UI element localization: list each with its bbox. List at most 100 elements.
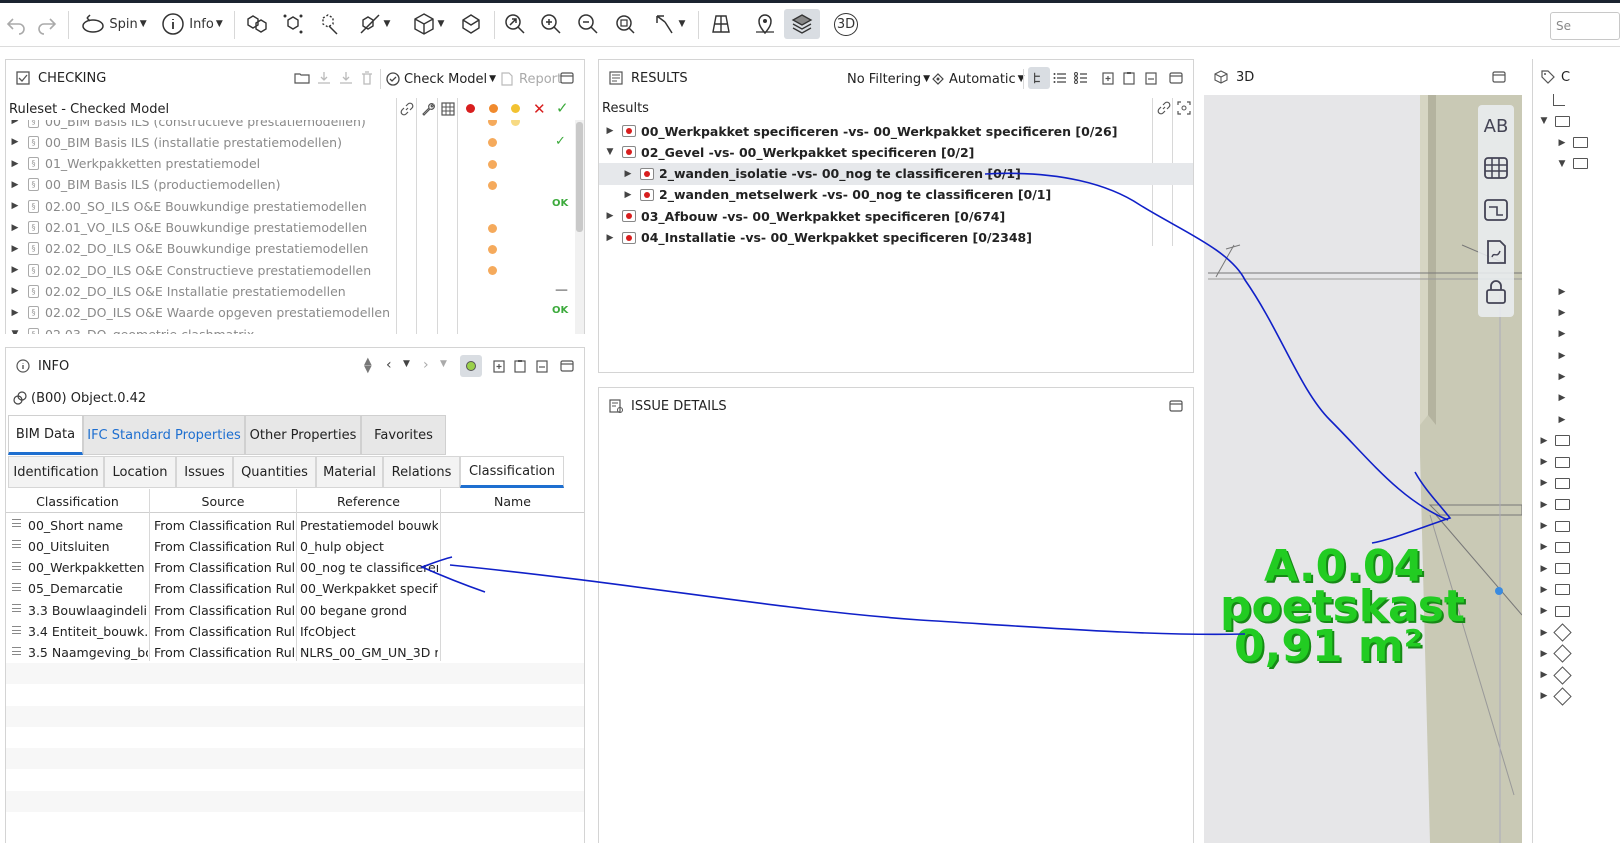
lock-button[interactable] (1481, 277, 1511, 307)
filter-major-dot[interactable] (489, 104, 498, 113)
tab-other-properties[interactable]: Other Properties (245, 415, 361, 455)
zoom-in-button[interactable] (536, 9, 566, 39)
expand-arrow-icon[interactable]: ▶ (1537, 628, 1551, 638)
table-row[interactable]: 00_Uitsluiten From Classification Rules 0_… (6, 535, 584, 556)
collapse-arrow-icon[interactable]: ▼ (1555, 159, 1569, 169)
forward-arrow-icon[interactable]: › (423, 357, 429, 373)
column-header-source[interactable]: Source (150, 490, 296, 512)
expand-arrow-icon[interactable]: ▶ (621, 169, 635, 179)
dimension-text-button[interactable]: AB (1481, 111, 1511, 141)
sort-updown-icon[interactable]: ▲ ▼ (364, 357, 372, 375)
layers-button[interactable] (784, 9, 820, 39)
section-box-button[interactable] (456, 9, 486, 39)
right-tree-row[interactable]: ▶ (1533, 366, 1620, 388)
expand-arrow-icon[interactable]: ▶ (8, 286, 22, 296)
drag-handle-icon[interactable] (12, 519, 21, 527)
location-button[interactable] (750, 9, 780, 39)
undo-button[interactable] (2, 9, 30, 39)
right-tree-row[interactable]: ▼ (1533, 153, 1620, 175)
expand-arrow-icon[interactable]: ▶ (1537, 585, 1551, 595)
expand-arrow-icon[interactable]: ▶ (603, 126, 617, 136)
drag-handle-icon[interactable] (12, 646, 21, 655)
download-icon[interactable] (315, 69, 333, 87)
redo-button[interactable] (33, 9, 61, 39)
table-icon[interactable] (439, 100, 457, 118)
right-tree-row[interactable]: ▶ (1533, 622, 1620, 644)
grid-button[interactable] (1481, 153, 1511, 183)
right-tree-row[interactable]: ▶ (1533, 302, 1620, 324)
result-row[interactable]: ▶ 00_Werkpakket specificeren -vs- 00_Werk… (599, 120, 1193, 142)
link-icon[interactable] (398, 100, 416, 118)
expand-arrow-icon[interactable]: ▶ (603, 233, 617, 243)
paste-icon[interactable] (533, 357, 551, 375)
result-row[interactable]: ▶ 2_wanden_metselwerk -vs- 00_nog te clas… (599, 184, 1193, 206)
subtab-identification[interactable]: Identification (8, 456, 104, 488)
expand-arrow-icon[interactable]: ▶ (8, 201, 22, 211)
right-tree-row[interactable]: ▶ (1533, 579, 1620, 601)
drag-handle-icon[interactable] (12, 561, 21, 570)
expand-arrow-icon[interactable]: ▶ (8, 120, 22, 126)
markup-button[interactable] (1481, 195, 1511, 225)
clipboard-icon[interactable] (511, 357, 529, 375)
result-row-selected[interactable]: ▶ 2_wanden_isolatie -vs- 00_nog te classi… (599, 162, 1193, 185)
right-tree-row[interactable]: ▶ (1533, 515, 1620, 537)
expand-arrow-icon[interactable]: ▶ (1537, 478, 1551, 488)
expand-arrow-icon[interactable]: ▶ (8, 265, 22, 275)
right-tree-row[interactable]: ▶ (1533, 345, 1620, 367)
result-row[interactable]: ▼ 02_Gevel -vs- 00_Werkpakket specificere… (599, 141, 1193, 163)
expand-arrow-icon[interactable]: ▶ (8, 159, 22, 169)
drag-handle-icon[interactable] (12, 604, 21, 613)
expand-arrow-icon[interactable]: ▶ (621, 190, 635, 200)
expand-arrow-icon[interactable]: ▶ (1537, 542, 1551, 552)
subtab-material[interactable]: Material (316, 456, 383, 488)
3d-view-button[interactable]: 3D (830, 9, 862, 39)
expand-arrow-icon[interactable]: ▶ (1555, 415, 1569, 425)
tab-favorites[interactable]: Favorites (361, 415, 446, 455)
expand-arrow-icon[interactable]: ▶ (1555, 308, 1569, 318)
report-button[interactable]: Report (498, 69, 562, 89)
expand-arrow-icon[interactable]: ▶ (8, 223, 22, 233)
ruleset-row[interactable]: ▼ § 02.03_DO_geometrie clashmatrix (6, 323, 574, 334)
drag-handle-icon[interactable] (12, 540, 21, 549)
automatic-dropdown[interactable]: Automatic ▼ (929, 70, 1025, 88)
chevron-down-icon[interactable]: ▼ (440, 359, 447, 369)
expand-arrow-icon[interactable]: ▶ (1555, 372, 1569, 382)
view-cube-dropdown[interactable]: ▼ (404, 9, 452, 39)
filter-passed-icon[interactable]: ✓ (556, 99, 569, 117)
expand-arrow-icon[interactable]: ▶ (1555, 287, 1569, 297)
right-tree-row[interactable]: ▶ (1533, 472, 1620, 494)
expand-arrow-icon[interactable]: ▶ (1537, 606, 1551, 616)
result-row[interactable]: ▶ 03_Afbouw -vs- 00_Werkpakket specificer… (599, 205, 1193, 227)
table-row[interactable]: 3.3 Bouwlaagindeli... From Classification… (6, 599, 584, 620)
expand-arrow-icon[interactable]: ▶ (1555, 329, 1569, 339)
expand-arrow-icon[interactable]: ▶ (1537, 436, 1551, 446)
expand-arrow-icon[interactable]: ▼ (8, 329, 22, 334)
column-header-reference[interactable]: Reference (297, 490, 440, 512)
expand-arrow-icon[interactable]: ▶ (1537, 457, 1551, 467)
right-tree-row[interactable]: ▶ (1533, 387, 1620, 409)
collapse-arrow-icon[interactable]: ▼ (1537, 116, 1551, 126)
link-icon[interactable] (1155, 99, 1173, 117)
list-view-icon[interactable] (1051, 69, 1069, 87)
paste-icon[interactable] (1142, 69, 1160, 87)
zoom-selection-button[interactable] (610, 9, 640, 39)
hide-button[interactable] (314, 9, 344, 39)
import-icon[interactable] (337, 69, 355, 87)
ruleset-row[interactable]: ▶ § 02.00_SO_ILS O&E Bouwkundige prestatie… (6, 195, 574, 217)
column-header-name[interactable]: Name (441, 490, 584, 512)
expand-arrow-icon[interactable]: ▶ (603, 211, 617, 221)
settings-list-icon[interactable] (1072, 69, 1090, 87)
right-tree-row[interactable]: ▶ (1533, 430, 1620, 452)
table-row[interactable]: 3.5 Naamgeving_bo... From Classification … (6, 642, 584, 663)
column-header-classification[interactable]: Classification (6, 490, 149, 512)
wrench-icon[interactable] (419, 100, 437, 118)
spin-dropdown[interactable]: Spin ▼ (76, 9, 152, 39)
add-bcf-icon[interactable] (490, 357, 508, 375)
right-tree-row[interactable]: ▶ (1533, 600, 1620, 622)
ruleset-row[interactable]: ▶ § 02.02_DO_ILS O&E Waarde opgeven presta… (6, 302, 574, 324)
panel-maximize-icon[interactable] (1167, 397, 1185, 415)
zoom-out-button[interactable] (573, 9, 603, 39)
subtab-location[interactable]: Location (104, 456, 176, 488)
right-tree-row[interactable]: ▶ (1533, 664, 1620, 686)
right-tree-row[interactable]: ▶ (1533, 536, 1620, 558)
